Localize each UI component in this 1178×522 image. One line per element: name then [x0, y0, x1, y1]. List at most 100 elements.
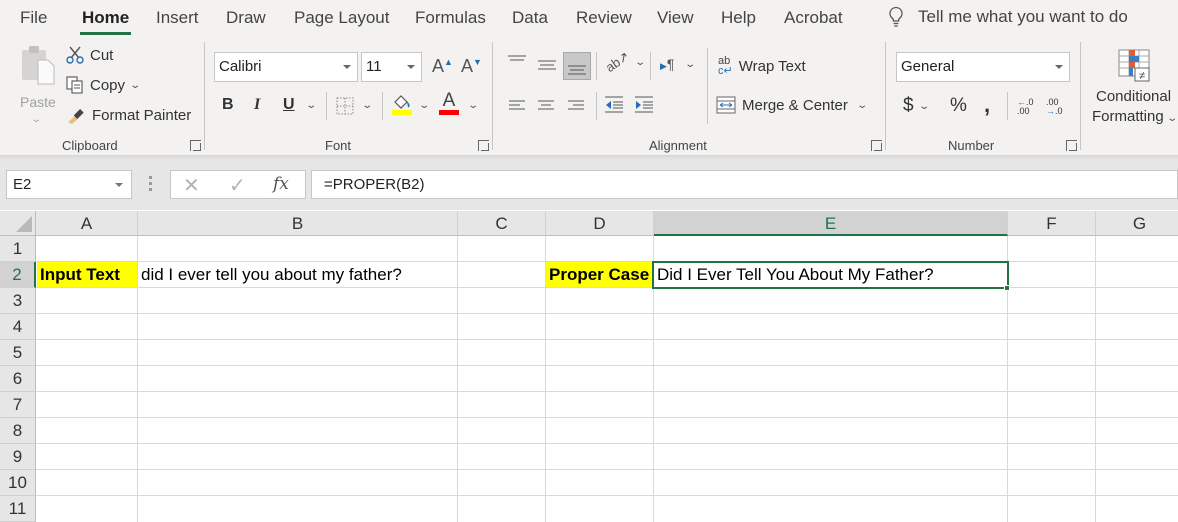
- font-color-dropdown-icon[interactable]: ⌄: [467, 100, 479, 111]
- chevron-down-icon: ⌄: [684, 58, 697, 70]
- column-header-f[interactable]: F: [1008, 211, 1096, 236]
- font-color-button[interactable]: A: [439, 91, 459, 115]
- align-center-icon[interactable]: [537, 99, 555, 113]
- bold-button[interactable]: B: [222, 96, 234, 114]
- italic-button[interactable]: I: [254, 96, 260, 114]
- underline-button[interactable]: U: [283, 96, 295, 114]
- tab-help[interactable]: Help: [721, 8, 756, 28]
- row-header-5[interactable]: 5: [0, 340, 36, 366]
- tab-file[interactable]: File: [20, 8, 47, 28]
- middle-align-icon[interactable]: [537, 58, 557, 72]
- column-header-e[interactable]: E: [654, 211, 1008, 236]
- row-header-10[interactable]: 10: [0, 470, 36, 496]
- tell-me-text: Tell me what you want to do: [918, 7, 1128, 26]
- comma-style-button[interactable]: ,: [984, 92, 990, 118]
- align-right-icon[interactable]: [567, 99, 585, 113]
- borders-dropdown-icon[interactable]: ⌄: [361, 100, 373, 111]
- chevron-down-icon: [407, 65, 415, 69]
- font-launcher-icon[interactable]: [478, 140, 489, 151]
- cut-button[interactable]: Cut: [66, 46, 113, 64]
- tab-draw[interactable]: Draw: [226, 8, 266, 28]
- menu-bar: File Home Insert Draw Page Layout Formul…: [0, 0, 1178, 38]
- clipboard-launcher-icon[interactable]: [190, 140, 201, 151]
- grow-font-button[interactable]: A ▲: [432, 56, 453, 77]
- tab-formulas[interactable]: Formulas: [415, 8, 486, 28]
- borders-icon[interactable]: [336, 97, 354, 115]
- formula-bar-grip-icon[interactable]: [149, 176, 152, 192]
- row-header-4[interactable]: 4: [0, 314, 36, 340]
- svg-text:≠: ≠: [1139, 70, 1145, 82]
- font-name-combo[interactable]: Calibri: [214, 52, 358, 82]
- increase-decimal-button[interactable]: ←.0.00: [1017, 98, 1034, 116]
- enter-icon[interactable]: ✓: [229, 173, 246, 198]
- row-header-9[interactable]: 9: [0, 444, 36, 470]
- underline-dropdown-icon[interactable]: ⌄: [305, 100, 317, 111]
- alignment-launcher-icon[interactable]: [871, 140, 882, 151]
- column-header-b[interactable]: B: [138, 211, 458, 236]
- increase-indent-icon[interactable]: [634, 96, 654, 114]
- ribbon: Paste ⌄ Cut Copy ⌄ Format Painter Clipbo…: [0, 38, 1178, 156]
- gridline: [36, 313, 1178, 314]
- tell-me-search[interactable]: Tell me what you want to do: [888, 6, 1128, 28]
- font-size-combo[interactable]: 11: [361, 52, 422, 82]
- fill-color-button[interactable]: [391, 94, 413, 115]
- conditional-formatting-button[interactable]: ≠ Conditional Formatting ⌄: [1090, 48, 1178, 128]
- formula-input[interactable]: =PROPER(B2): [311, 170, 1178, 199]
- currency-button[interactable]: $ ⌄: [903, 95, 930, 117]
- cell-b2[interactable]: did I ever tell you about my father?: [138, 262, 457, 287]
- percent-button[interactable]: %: [950, 95, 967, 117]
- chevron-down-icon: ⌄: [1166, 113, 1178, 124]
- wrap-text-label: Wrap Text: [738, 57, 806, 75]
- align-left-icon[interactable]: [508, 99, 526, 113]
- column-header-d[interactable]: D: [546, 211, 654, 236]
- row-header-2[interactable]: 2: [0, 262, 36, 288]
- wrap-text-button[interactable]: ab c↵ Wrap Text: [718, 56, 806, 77]
- row-header-7[interactable]: 7: [0, 392, 36, 418]
- fill-handle[interactable]: [1004, 285, 1010, 291]
- decrease-decimal-button[interactable]: .00 →.0: [1046, 98, 1063, 116]
- chevron-down-icon: ⌄: [856, 99, 868, 111]
- paragraph-direction-button[interactable]: ▶¶ ⌄: [660, 56, 697, 72]
- top-align-icon[interactable]: [507, 54, 527, 68]
- copy-dropdown-icon[interactable]: ⌄: [129, 80, 141, 91]
- gridline: [36, 495, 1178, 496]
- row-header-11[interactable]: 11: [0, 496, 36, 522]
- shrink-font-button[interactable]: A ▼: [461, 56, 482, 77]
- row-header-3[interactable]: 3: [0, 288, 36, 314]
- group-divider: [492, 42, 493, 150]
- orientation-button[interactable]: ab↗ ⌄: [603, 48, 647, 75]
- row-header-6[interactable]: 6: [0, 366, 36, 392]
- number-launcher-icon[interactable]: [1066, 140, 1077, 151]
- paste-button[interactable]: Paste ⌄: [14, 44, 58, 126]
- decrease-indent-icon[interactable]: [604, 96, 624, 114]
- tab-view[interactable]: View: [657, 8, 694, 28]
- fill-color-dropdown-icon[interactable]: ⌄: [418, 100, 430, 111]
- select-all-button[interactable]: [0, 211, 36, 236]
- scissors-icon: [66, 46, 84, 64]
- column-header-c[interactable]: C: [458, 211, 546, 236]
- tab-data[interactable]: Data: [512, 8, 548, 28]
- row-header-1[interactable]: 1: [0, 236, 36, 262]
- formula-text: =PROPER(B2): [324, 176, 425, 193]
- format-painter-button[interactable]: Format Painter: [66, 106, 191, 124]
- row-header-8[interactable]: 8: [0, 418, 36, 444]
- column-header-g[interactable]: G: [1096, 211, 1178, 236]
- gridline: [36, 443, 1178, 444]
- tab-acrobat[interactable]: Acrobat: [784, 8, 843, 28]
- merge-center-button[interactable]: Merge & Center ⌄: [716, 96, 868, 114]
- cell-a2[interactable]: Input Text: [37, 262, 137, 287]
- number-format-combo[interactable]: General: [896, 52, 1070, 82]
- name-box[interactable]: E2: [6, 170, 132, 199]
- bottom-align-button[interactable]: [563, 52, 591, 80]
- tab-review[interactable]: Review: [576, 8, 632, 28]
- currency-icon: $: [903, 95, 914, 116]
- copy-button[interactable]: Copy ⌄: [66, 76, 141, 94]
- tab-insert[interactable]: Insert: [156, 8, 199, 28]
- tab-page-layout[interactable]: Page Layout: [294, 8, 389, 28]
- cell-d2[interactable]: Proper Case: [546, 262, 653, 287]
- cancel-icon[interactable]: ✕: [183, 173, 200, 198]
- insert-function-icon[interactable]: fx: [273, 174, 289, 194]
- column-header-a[interactable]: A: [36, 211, 138, 236]
- tab-home[interactable]: Home: [79, 8, 132, 35]
- formula-buttons: ✕ ✓ fx: [170, 170, 306, 199]
